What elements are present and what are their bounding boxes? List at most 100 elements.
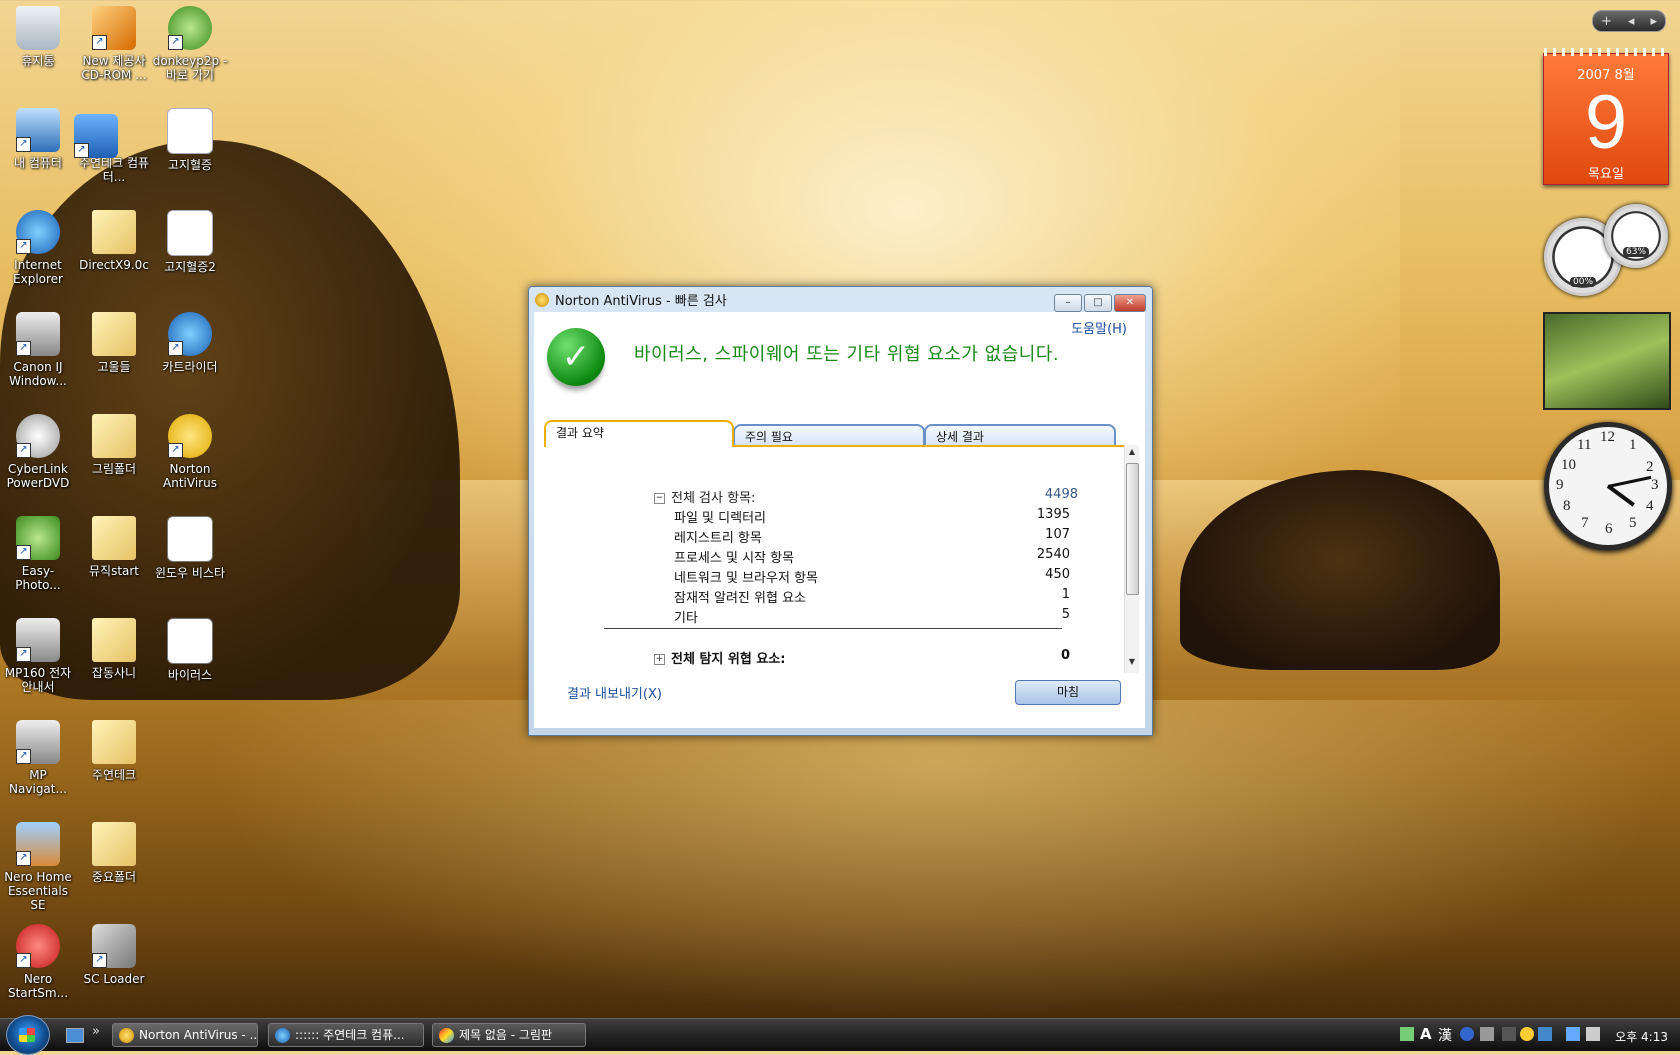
- help-icon[interactable]: [1460, 1027, 1474, 1041]
- tab-detailed-results[interactable]: 상세 결과: [924, 424, 1116, 446]
- desktop-icon-picture-folder[interactable]: 그림폴더: [76, 412, 152, 476]
- desktop-icon-windows-vista[interactable]: 윈도우 비스타: [152, 514, 228, 580]
- desktop-icon-label: Nero Home Essentials SE: [4, 870, 72, 912]
- total-scanned-text: 전체 검사 항목:: [671, 491, 756, 506]
- desktop-icon-kartrider[interactable]: ↗ 카트라이더: [152, 310, 228, 374]
- desktop-icon-my-computer[interactable]: ↗ 내 컴퓨터: [0, 106, 76, 170]
- tray-clock[interactable]: 오후 4:13: [1615, 1028, 1668, 1045]
- show-desktop-icon[interactable]: [66, 1028, 84, 1043]
- desktop-icon-easy-photo[interactable]: ↗ Easy-Photo...: [0, 514, 76, 592]
- house-icon: ↗: [16, 822, 60, 866]
- tray-app-icon[interactable]: [1538, 1027, 1552, 1041]
- document-icon: [167, 210, 213, 256]
- collapse-toggle-icon[interactable]: −: [654, 493, 665, 504]
- clock-numeral: 2: [1646, 459, 1654, 475]
- maximize-button[interactable]: □: [1084, 294, 1112, 312]
- desktop-icon-label: 뮤직start: [88, 564, 140, 578]
- donkey-icon: ↗: [168, 6, 212, 50]
- desktop-icon-label: 내 컴퓨터: [14, 156, 62, 170]
- memory-meter-gadget[interactable]: 63%: [1604, 204, 1668, 268]
- shortcut-arrow-icon: ↗: [92, 953, 107, 968]
- norton-window: Norton AntiVirus - 빠른 검사 – □ ✕ 도움말(H) ✓ …: [528, 286, 1153, 736]
- result-tabs: 결과 요약 주의 필요 상세 결과: [544, 420, 1116, 447]
- clock-hour-hand: [1606, 484, 1635, 507]
- desktop-icon-virus[interactable]: 바이러스: [152, 616, 228, 682]
- desktop-icon-directx[interactable]: DirectX9.0c: [76, 208, 152, 272]
- desktop-icon-music-start[interactable]: 뮤직start: [76, 514, 152, 578]
- start-button[interactable]: [6, 1015, 50, 1055]
- folder-icon: [92, 822, 136, 866]
- tab-attention-required[interactable]: 주의 필요: [733, 424, 925, 446]
- scroll-thumb[interactable]: [1126, 463, 1139, 595]
- nero-flame-icon: ↗: [16, 924, 60, 968]
- clock-minute-hand: [1607, 475, 1652, 488]
- desktop-icon-nero-startsmart[interactable]: ↗ Nero StartSm...: [0, 922, 76, 1000]
- taskbar-button-paint[interactable]: 제목 없음 - 그림판: [432, 1023, 586, 1047]
- desktop-icon-misc-folder[interactable]: 잡동사니: [76, 616, 152, 680]
- summary-item-value: 1395: [1036, 507, 1070, 522]
- clock-gadget[interactable]: 12 1 2 3 4 5 6 7 8 9 10 11: [1544, 422, 1672, 550]
- finish-button[interactable]: 마침: [1015, 680, 1121, 705]
- sidebar-next-button[interactable]: ▸: [1650, 14, 1657, 29]
- shortcut-arrow-icon: ↗: [16, 137, 31, 152]
- desktop-icon-norton[interactable]: ↗ Norton AntiVirus: [152, 412, 228, 490]
- language-bar-icon[interactable]: [1400, 1027, 1414, 1041]
- clock-numeral: 11: [1577, 437, 1592, 453]
- desktop-icon-canon-ij[interactable]: ↗ Canon IJ Window...: [0, 310, 76, 388]
- desktop-icon-sc-loader[interactable]: ↗ SC Loader: [76, 922, 152, 986]
- desktop-icon-powerdvd[interactable]: ↗ CyberLink PowerDVD: [0, 412, 76, 490]
- summary-item-label: 기타: [674, 611, 698, 626]
- desktop-icon-hyperlipidemia2[interactable]: 고지혈증2: [152, 208, 228, 274]
- folder-icon: [92, 312, 136, 356]
- desktop-icon-internet-explorer[interactable]: ↗ Internet Explorer: [0, 208, 76, 286]
- scroll-up-button[interactable]: ▲: [1125, 447, 1139, 461]
- desktop-icon-nero-home[interactable]: ↗ Nero Home Essentials SE: [0, 820, 76, 912]
- help-link[interactable]: 도움말(H): [1071, 318, 1127, 337]
- norton-tray-icon[interactable]: [1520, 1027, 1534, 1041]
- desktop-icon-label: Easy-Photo...: [15, 564, 61, 592]
- tray-options-icon[interactable]: [1480, 1027, 1494, 1041]
- desktop-icon-mp160-guide[interactable]: ↗ MP160 전자 안내서: [0, 616, 76, 694]
- desktop-icon-new-cdrom[interactable]: ↗ New 제공사 CD-ROM ...: [76, 4, 152, 82]
- ime-alpha-icon[interactable]: A: [1420, 1025, 1434, 1043]
- desktop-icon-juyeontech-folder[interactable]: 주연테크: [76, 718, 152, 782]
- help-question-icon: ↗: [74, 114, 118, 158]
- minimize-button[interactable]: –: [1054, 294, 1082, 312]
- close-button[interactable]: ✕: [1114, 294, 1146, 312]
- desktop-icon-folder-goul[interactable]: 고울들: [76, 310, 152, 374]
- shortcut-arrow-icon: ↗: [16, 953, 31, 968]
- taskbar-button-label: 제목 없음 - 그림판: [459, 1028, 553, 1042]
- desktop-icon-hyperlipidemia[interactable]: 고지혈증: [152, 106, 228, 172]
- desktop-icon-important-folder[interactable]: 중요폴더: [76, 820, 152, 884]
- calendar-gadget[interactable]: 2007 8월 9 목요일: [1543, 48, 1669, 185]
- ime-hanja-icon[interactable]: 漢: [1438, 1025, 1452, 1044]
- scroll-down-button[interactable]: ▼: [1125, 657, 1139, 671]
- slideshow-gadget[interactable]: [1543, 312, 1671, 410]
- summary-item-value: 450: [1045, 567, 1070, 582]
- clock-numeral: 4: [1646, 498, 1654, 514]
- desktop-icon-donkeyp2p[interactable]: ↗ donkeyp2p - 바로 가기: [152, 4, 228, 82]
- tray-expand-icon[interactable]: [1502, 1027, 1516, 1041]
- window-client: 도움말(H) ✓ 바이러스, 스파이웨어 또는 기타 위협 요소가 없습니다. …: [534, 312, 1145, 728]
- taskbar-button-ie[interactable]: :::::: 주연테크 컴퓨...: [268, 1023, 424, 1047]
- desktop-icon-juyeontech-computer[interactable]: ↗ 주연테크 컴퓨터...: [74, 106, 152, 184]
- sidebar-add-gadget-button[interactable]: +: [1601, 14, 1612, 29]
- export-results-link[interactable]: 결과 내보내기(X): [567, 683, 662, 702]
- desktop-icon-label: 고울들: [97, 360, 131, 374]
- summary-scrollbar[interactable]: ▲ ▼: [1124, 445, 1139, 673]
- shortcut-arrow-icon: ↗: [16, 647, 31, 662]
- tab-summary[interactable]: 결과 요약: [544, 420, 734, 447]
- expand-toggle-icon[interactable]: +: [654, 654, 665, 665]
- volume-icon[interactable]: [1586, 1027, 1600, 1041]
- desktop-icon-label: MP160 전자 안내서: [4, 666, 72, 694]
- quicklaunch-more-icon[interactable]: »: [92, 1024, 100, 1039]
- desktop-icon-recycle-bin[interactable]: 휴지통: [0, 4, 76, 68]
- cpu-meter-value: 00%: [1569, 277, 1597, 287]
- desktop-icon-label: DirectX9.0c: [79, 258, 149, 272]
- network-icon[interactable]: [1566, 1027, 1580, 1041]
- printer-icon: ↗: [16, 312, 60, 356]
- desktop-icon-mp-navigator[interactable]: ↗ MP Navigat...: [0, 718, 76, 796]
- shortcut-arrow-icon: ↗: [74, 143, 89, 158]
- taskbar-button-norton[interactable]: Norton AntiVirus - ...: [112, 1023, 258, 1047]
- sidebar-prev-button[interactable]: ◂: [1628, 14, 1635, 29]
